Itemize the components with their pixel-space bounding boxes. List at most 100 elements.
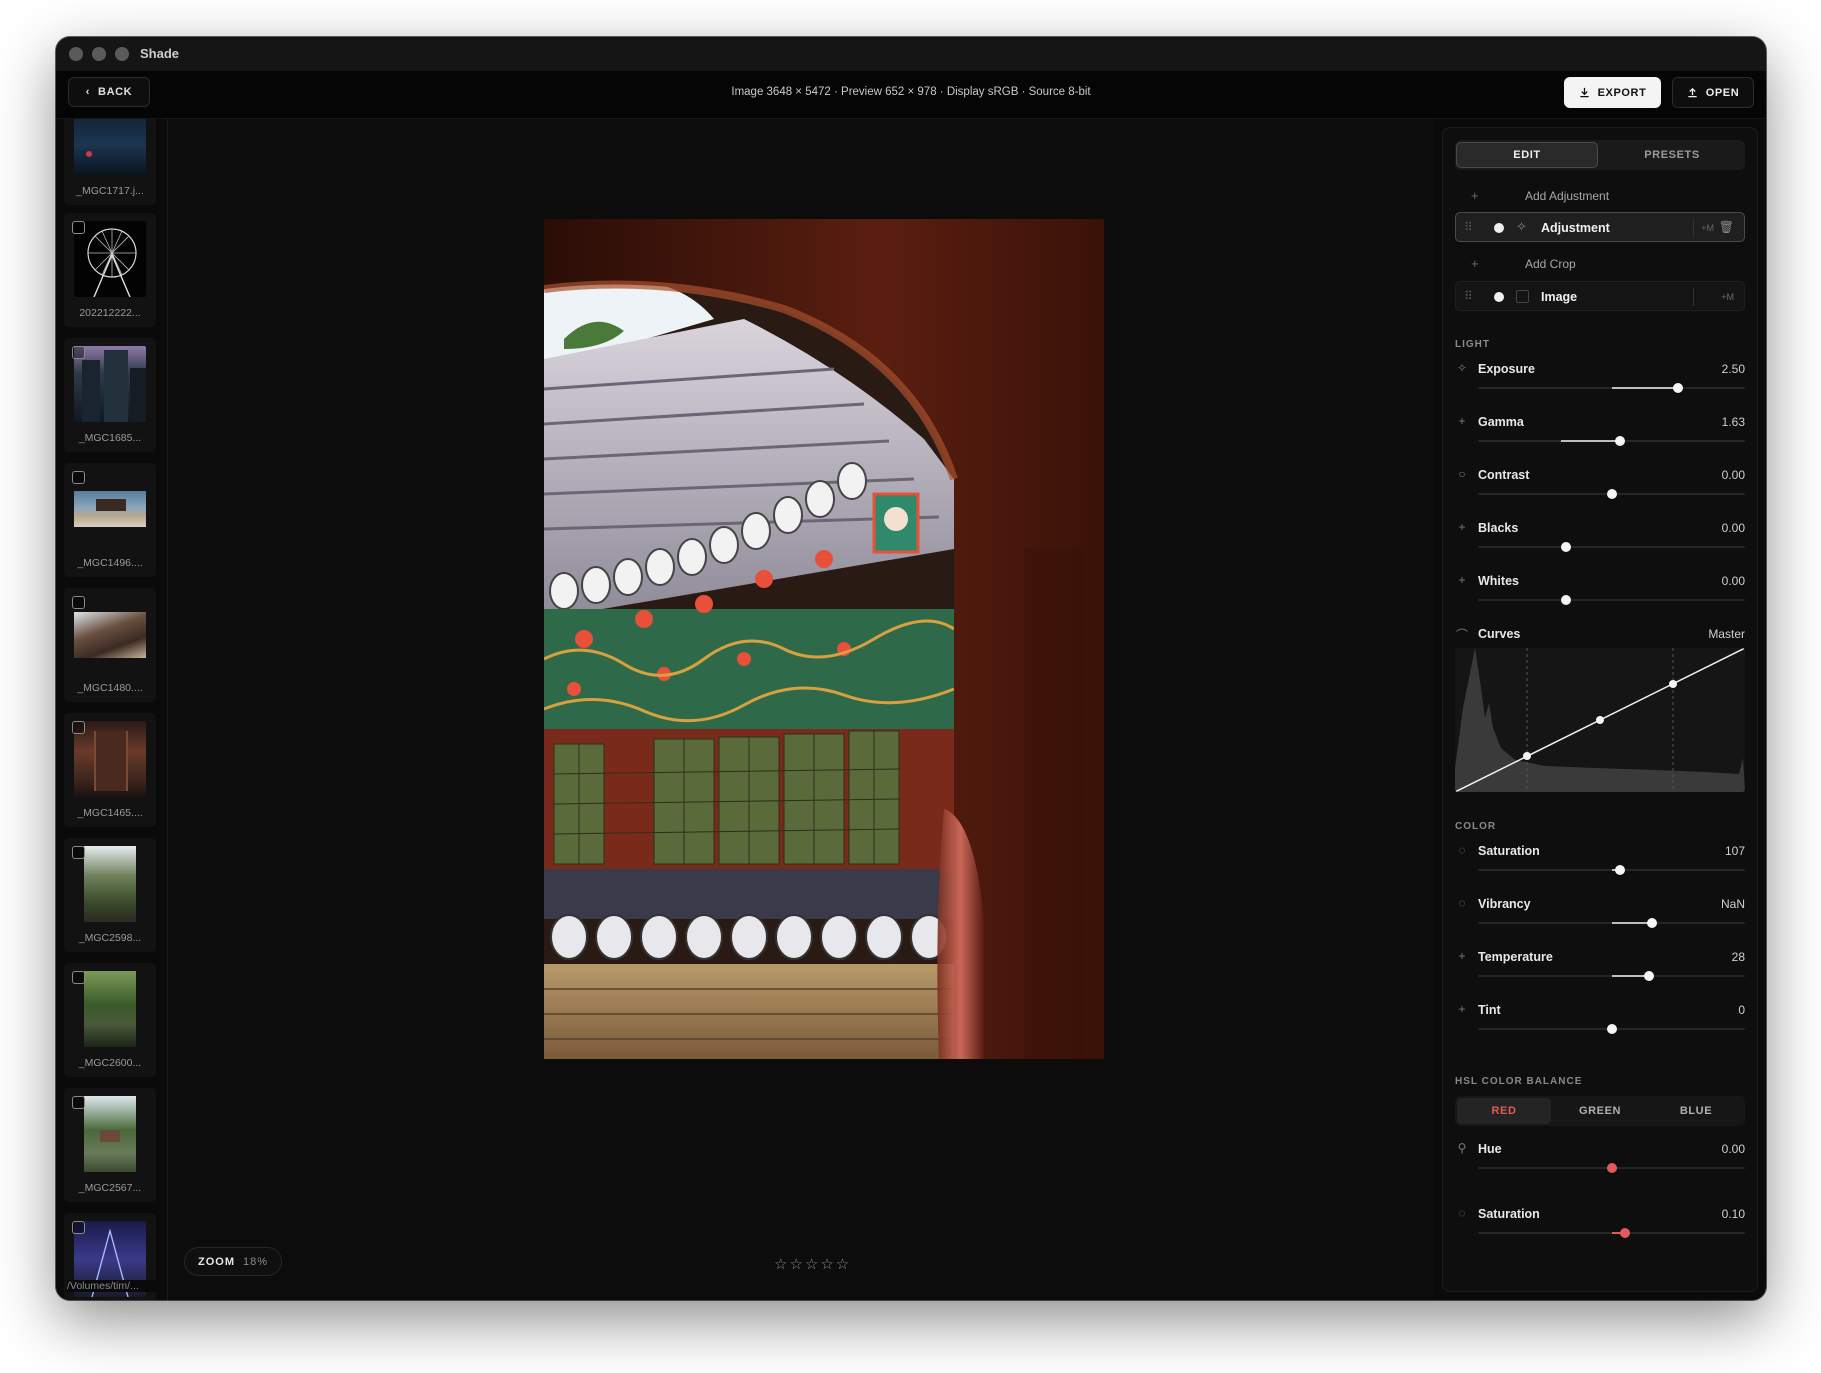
slider-knob[interactable]: [1606, 489, 1617, 499]
select-checkbox[interactable]: [72, 596, 85, 609]
slider-track[interactable]: [1478, 865, 1745, 875]
tab-blue[interactable]: BLUE: [1649, 1098, 1743, 1124]
drag-handle-icon[interactable]: ⠿: [1464, 220, 1473, 234]
slider-knob[interactable]: [1643, 971, 1654, 981]
slider-knob[interactable]: [1646, 918, 1657, 928]
select-checkbox[interactable]: [72, 346, 85, 359]
slider-track[interactable]: [1478, 436, 1745, 446]
select-checkbox[interactable]: [72, 721, 85, 734]
visibility-toggle[interactable]: [1494, 223, 1504, 233]
star-rating[interactable]: ☆☆☆☆☆: [774, 1255, 851, 1273]
folder-path: /Volumes/tim/...: [67, 1280, 157, 1292]
slider-label: Vibrancy: [1478, 897, 1531, 911]
close-window-button[interactable]: [69, 47, 83, 61]
slider-fill: [1611, 387, 1679, 389]
tab-presets[interactable]: PRESETS: [1601, 142, 1743, 168]
filmstrip-item[interactable]: _MGC2567...: [64, 1088, 156, 1202]
add-mask-button[interactable]: +M: [1721, 292, 1734, 302]
droplet-icon: ◌: [1458, 843, 1466, 857]
export-button[interactable]: EXPORT: [1564, 77, 1661, 108]
slider-knob[interactable]: [1606, 1024, 1617, 1034]
filmstrip-label: _MGC2598...: [78, 932, 142, 944]
slider-track[interactable]: [1478, 489, 1745, 499]
select-checkbox[interactable]: [72, 471, 85, 484]
slider-knob[interactable]: [1606, 1163, 1617, 1173]
slider-saturation[interactable]: ◌ Saturation 107: [1455, 843, 1745, 889]
slider-contrast[interactable]: ○ Contrast 0.00: [1455, 467, 1745, 513]
filmstrip-item[interactable]: _MGC1465....: [64, 713, 156, 827]
tab-red[interactable]: RED: [1457, 1098, 1551, 1124]
select-checkbox[interactable]: [72, 846, 85, 859]
curves-channel[interactable]: Master: [1708, 627, 1745, 641]
filmstrip-item[interactable]: _MGC1717.j...: [64, 119, 156, 205]
select-checkbox[interactable]: [72, 971, 85, 984]
zoom-window-button[interactable]: [115, 47, 129, 61]
filmstrip[interactable]: _MGC1717.j... 202212222... _MGC1685... _…: [56, 119, 168, 1300]
filmstrip-label: _MGC1717.j...: [76, 185, 144, 197]
slider-track[interactable]: [1478, 1024, 1745, 1034]
slider-hue[interactable]: ⚲ Hue 0.00: [1455, 1141, 1745, 1187]
layer-adjustment[interactable]: ⠿ ✧ Adjustment +M 🗑: [1455, 212, 1745, 242]
slider-vibrancy[interactable]: ◌ Vibrancy NaN: [1455, 896, 1745, 942]
minimize-window-button[interactable]: [92, 47, 106, 61]
thumbnail-image: [87, 228, 137, 297]
filmstrip-item[interactable]: _MGC1685...: [64, 338, 156, 452]
slider-knob[interactable]: [1619, 1228, 1630, 1238]
filmstrip-item[interactable]: 202212222...: [64, 213, 156, 327]
trash-icon[interactable]: 🗑: [1719, 220, 1734, 234]
slider-knob[interactable]: [1561, 595, 1572, 605]
filmstrip-item[interactable]: _MGC1480....: [64, 588, 156, 702]
slider-track[interactable]: [1478, 918, 1745, 928]
zoom-indicator[interactable]: ZOOM 18%: [184, 1247, 282, 1276]
curves-editor[interactable]: [1455, 648, 1745, 792]
filmstrip-item[interactable]: _MGC2600...: [64, 963, 156, 1077]
slider-knob[interactable]: [1614, 865, 1625, 875]
preview-image: [544, 219, 1104, 1059]
slider-hsl-saturation[interactable]: ◌ Saturation 0.10: [1455, 1206, 1745, 1252]
select-checkbox[interactable]: [72, 1096, 85, 1109]
slider-temperature[interactable]: + Temperature 28: [1455, 949, 1745, 995]
slider-exposure[interactable]: ✧ Exposure 2.50: [1455, 361, 1745, 407]
app-title: Shade: [140, 46, 180, 61]
tab-edit[interactable]: EDIT: [1456, 142, 1598, 168]
slider-fill: [1560, 440, 1620, 442]
slider-knob[interactable]: [1561, 542, 1572, 552]
filmstrip-item[interactable]: _MGC1496....: [64, 463, 156, 577]
drag-handle-icon[interactable]: ⠿: [1464, 289, 1473, 303]
slider-track[interactable]: [1478, 971, 1745, 981]
add-mask-button[interactable]: +M: [1701, 223, 1714, 233]
slider-fill: [1611, 922, 1652, 924]
slider-track[interactable]: [1478, 542, 1745, 552]
slider-value: 1.63: [1721, 415, 1745, 429]
add-adjustment-button[interactable]: + Add Adjustment: [1455, 182, 1745, 210]
slider-knob[interactable]: [1614, 436, 1625, 446]
filmstrip-item[interactable]: _MGC2598...: [64, 838, 156, 952]
slider-track[interactable]: [1478, 595, 1745, 605]
tab-green[interactable]: GREEN: [1553, 1098, 1647, 1124]
slider-track[interactable]: [1478, 1228, 1745, 1238]
add-adjustment-label: Add Adjustment: [1525, 189, 1610, 203]
image-canvas[interactable]: ZOOM 18% ☆☆☆☆☆: [168, 119, 1434, 1300]
slider-label: Contrast: [1478, 468, 1530, 482]
select-checkbox[interactable]: [72, 1221, 85, 1234]
open-label: OPEN: [1705, 86, 1740, 99]
slider-track[interactable]: [1478, 1163, 1745, 1173]
slider-whites[interactable]: + Whites 0.00: [1455, 573, 1745, 619]
slider-tint[interactable]: + Tint 0: [1455, 1002, 1745, 1048]
layer-image[interactable]: ⠿ Image +M: [1455, 281, 1745, 311]
slider-gamma[interactable]: + Gamma 1.63: [1455, 414, 1745, 460]
slider-track[interactable]: [1478, 383, 1745, 393]
slider-blacks[interactable]: + Blacks 0.00: [1455, 520, 1745, 566]
panel-tabs: EDIT PRESETS: [1455, 140, 1745, 170]
slider-value: 0.00: [1721, 521, 1745, 535]
slider-knob[interactable]: [1673, 383, 1684, 393]
section-color: COLOR: [1455, 821, 1497, 832]
add-crop-label: Add Crop: [1525, 257, 1576, 271]
open-button[interactable]: OPEN: [1672, 77, 1754, 108]
filmstrip-label: 202212222...: [79, 307, 141, 319]
add-crop-button[interactable]: + Add Crop: [1455, 250, 1745, 278]
select-checkbox[interactable]: [72, 221, 85, 234]
slider-label: Whites: [1478, 574, 1519, 588]
slider-label: Hue: [1478, 1142, 1502, 1156]
visibility-toggle[interactable]: [1494, 292, 1504, 302]
